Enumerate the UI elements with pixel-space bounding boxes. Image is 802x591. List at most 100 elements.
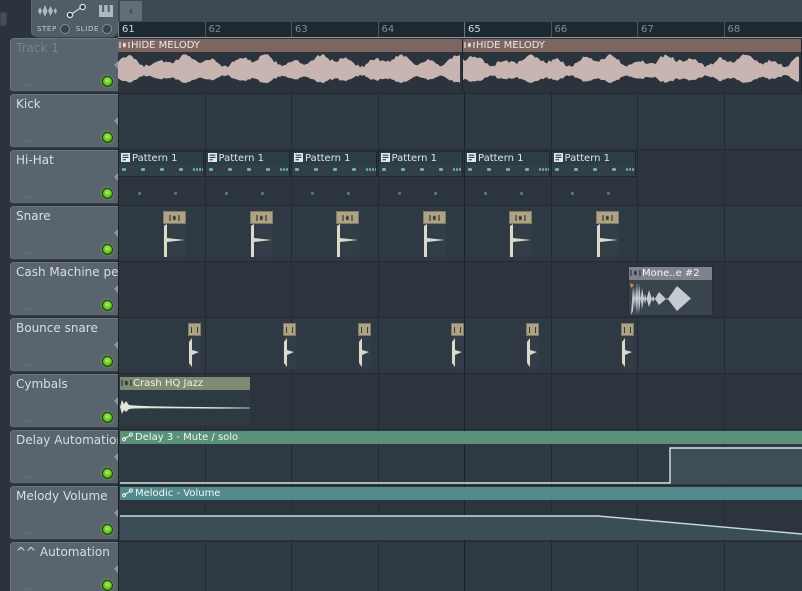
audio-clip-hide-melody[interactable]: HIDE MELODY (118, 39, 463, 92)
playlist-grid[interactable]: HIDE MELODY HIDE MELODY Pattern 1 Pattern 1… (118, 38, 802, 591)
pattern-notes (292, 165, 376, 176)
snare-audio-clip[interactable] (509, 211, 532, 257)
clip-header: Pattern 1 (378, 152, 462, 165)
track-enable-led[interactable] (102, 188, 113, 199)
clip-label: Pattern 1 (391, 153, 438, 164)
clip-header (451, 323, 464, 336)
bounce-snare-clip[interactable] (358, 323, 371, 369)
track-header[interactable]: Melody Volume... (10, 486, 118, 540)
track-enable-led[interactable] (102, 468, 113, 479)
clip-label: HIDE MELODY (131, 40, 200, 51)
panel-grip[interactable] (0, 12, 7, 26)
track-menu-dots[interactable]: ... (20, 525, 34, 536)
snare-audio-clip[interactable] (336, 211, 359, 257)
track-menu-dots[interactable]: ... (20, 357, 34, 368)
clip-header (358, 323, 371, 336)
track-enable-led[interactable] (102, 412, 113, 423)
pattern-note (570, 192, 574, 195)
track-menu-dots[interactable]: ... (20, 413, 34, 424)
track-menu-dots[interactable]: ... (20, 301, 34, 312)
pattern-note (461, 168, 463, 171)
audio-clip-hide-melody[interactable]: HIDE MELODY (463, 39, 802, 92)
pattern-clip[interactable]: Pattern 1 (204, 151, 290, 177)
track-header[interactable]: Track 1... (10, 38, 118, 92)
playlist-lane[interactable] (118, 206, 802, 262)
pattern-note (548, 168, 549, 171)
track-name: Melody Volume (16, 489, 108, 503)
piano-roll-icon[interactable] (98, 4, 114, 18)
track-enable-led[interactable] (102, 300, 113, 311)
pattern-note (520, 192, 523, 195)
melody-volume-clip[interactable]: Melodic - Volume (120, 487, 802, 540)
track-header[interactable]: Kick... (10, 94, 118, 148)
step-knob[interactable] (59, 24, 70, 34)
pattern-note (295, 168, 299, 171)
pattern-clip[interactable]: Pattern 1 (550, 151, 636, 177)
bounce-snare-clip[interactable] (621, 323, 634, 369)
waveform-tool-icon[interactable] (37, 4, 58, 18)
pattern-note (606, 192, 610, 195)
pattern-note (366, 168, 368, 171)
collapse-button[interactable]: ‹ (120, 1, 142, 21)
pattern-clip[interactable]: Pattern 1 (118, 151, 204, 177)
delay-automation-clip[interactable]: Delay 3 - Mute / solo (120, 431, 802, 484)
track-menu-dots[interactable]: ... (20, 469, 34, 480)
track-header[interactable]: Cymbals... (10, 374, 118, 428)
track-enable-led[interactable] (102, 524, 113, 535)
track-name: Delay Automation (16, 433, 118, 447)
ruler-tick-61: 61 (118, 22, 205, 37)
track-header-column: Track 1... Kick... Hi-Hat... Snare... Cash M… (0, 38, 118, 591)
cymbal-audio-clip[interactable]: Crash HQ Jazz (120, 377, 250, 425)
perc-audio-clip[interactable]: Mone..e #2 (628, 266, 713, 316)
slide-knob[interactable] (102, 24, 112, 34)
track-enable-led[interactable] (102, 76, 113, 87)
track-menu-dots[interactable]: ... (20, 189, 34, 200)
pattern-note (487, 168, 491, 171)
playlist-lane[interactable] (118, 542, 802, 591)
pattern-clip[interactable]: Pattern 1 (291, 151, 377, 177)
step-label: STEP (37, 25, 57, 33)
track-header[interactable]: Snare... (10, 206, 118, 260)
track-menu-dots[interactable]: ... (20, 245, 34, 256)
track-header[interactable]: Bounce snare... (10, 318, 118, 372)
track-enable-led[interactable] (102, 580, 113, 591)
ruler-tick-62: 62 (204, 22, 292, 37)
timeline-ruler[interactable]: 61 62 63 64 65 66 67 68 (118, 22, 802, 38)
snare-audio-clip[interactable] (422, 211, 446, 257)
pattern-clip[interactable]: Pattern 1 (377, 151, 463, 177)
bounce-snare-clip[interactable] (526, 323, 539, 369)
pattern-note (458, 168, 461, 171)
pattern-note (545, 168, 547, 171)
bounce-snare-clip[interactable] (188, 323, 201, 369)
bounce-snare-clip[interactable] (451, 323, 464, 369)
pattern-clip[interactable]: Pattern 1 (464, 151, 550, 177)
pattern-note (452, 168, 455, 171)
tool-panel: STEP SLIDE (31, 0, 118, 38)
snare-audio-clip[interactable] (163, 211, 186, 257)
track-name: ^^ Automation (16, 545, 110, 559)
track-menu-dots[interactable]: ... (20, 581, 34, 591)
slide-tool-icon[interactable] (67, 3, 87, 19)
playlist-lane[interactable] (118, 94, 802, 150)
track-enable-led[interactable] (102, 244, 113, 255)
pattern-note (311, 192, 314, 195)
track-header[interactable]: ^^ Automation... (10, 542, 118, 591)
track-name: Cymbals (16, 377, 68, 391)
automation-curve[interactable] (120, 444, 802, 484)
snare-audio-clip[interactable] (595, 211, 619, 257)
pattern-note (160, 168, 164, 171)
snare-audio-clip[interactable] (249, 211, 273, 257)
track-enable-led[interactable] (102, 356, 113, 367)
pattern-note (375, 168, 376, 171)
track-header[interactable]: Cash Machine perc... (10, 262, 118, 316)
track-enable-led[interactable] (102, 132, 113, 143)
track-menu-dots[interactable]: ... (20, 77, 34, 88)
slide-label: SLIDE (75, 25, 99, 33)
bounce-snare-clip[interactable] (283, 323, 296, 369)
track-menu-dots[interactable]: ... (20, 133, 34, 144)
pattern-notes (552, 165, 636, 176)
track-header[interactable]: Delay Automation... (10, 430, 118, 484)
pattern-note (196, 168, 198, 171)
automation-curve[interactable] (120, 500, 802, 540)
track-header[interactable]: Hi-Hat... (10, 150, 118, 204)
